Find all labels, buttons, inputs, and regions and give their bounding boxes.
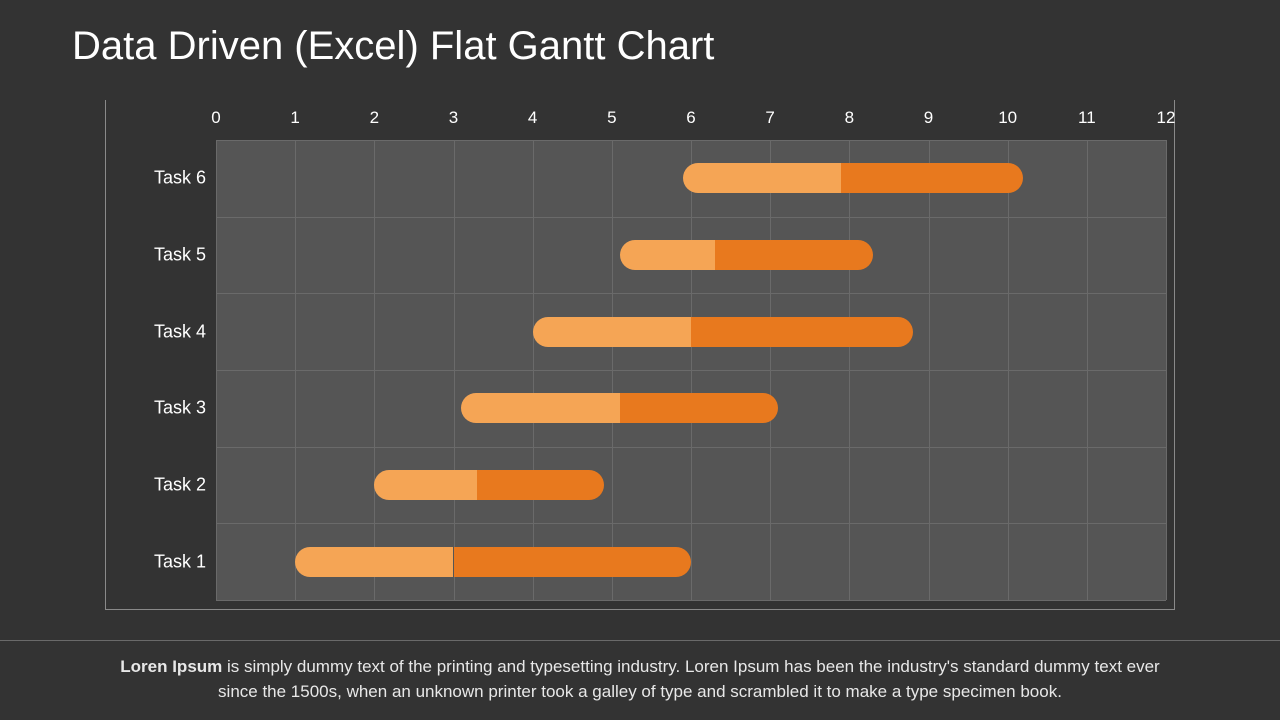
gridline-horizontal [216,140,1166,141]
x-tick-label: 0 [196,108,236,128]
slide-title: Data Driven (Excel) Flat Gantt Chart [72,24,714,69]
x-tick-label: 1 [275,108,315,128]
y-tick-label: Task 5 [106,245,206,266]
plot-area [216,140,1166,600]
x-tick-label: 11 [1067,108,1107,128]
gantt-row [216,317,1166,347]
bar-segment-2 [691,317,913,347]
footer-caption: Loren Ipsum is simply dummy text of the … [0,640,1280,720]
x-tick-label: 6 [671,108,711,128]
x-tick-label: 8 [829,108,869,128]
x-tick-label: 7 [750,108,790,128]
gridline-horizontal [216,217,1166,218]
bar-segment-1 [620,240,715,270]
bar-segment-1 [683,163,841,193]
x-tick-label: 3 [434,108,474,128]
gridline-horizontal [216,293,1166,294]
y-tick-label: Task 1 [106,551,206,572]
bar-segment-2 [715,240,873,270]
bar-segment-2 [454,547,692,577]
gridline-horizontal [216,370,1166,371]
gantt-chart: 0123456789101112 Task 6Task 5Task 4Task … [105,100,1175,610]
bar-segment-2 [477,470,604,500]
y-axis: Task 6 Task 5 Task 4 Task 3 Task 2 Task 1 [106,140,206,600]
gantt-row [216,547,1166,577]
bar-segment-1 [533,317,691,347]
bar-segment-2 [841,163,1023,193]
y-tick-label: Task 2 [106,475,206,496]
y-tick-label: Task 3 [106,398,206,419]
x-tick-label: 9 [909,108,949,128]
gridline-vertical [1166,140,1167,600]
gantt-row [216,163,1166,193]
footer-bold: Loren Ipsum [120,657,222,676]
x-tick-label: 4 [513,108,553,128]
gridline-horizontal [216,600,1166,601]
x-tick-label: 10 [988,108,1028,128]
y-tick-label: Task 6 [106,168,206,189]
gantt-row [216,240,1166,270]
slide: Data Driven (Excel) Flat Gantt Chart 012… [0,0,1280,720]
gridline-horizontal [216,447,1166,448]
gantt-row [216,470,1166,500]
x-tick-label: 5 [592,108,632,128]
x-tick-label: 12 [1146,108,1186,128]
bar-segment-2 [620,393,778,423]
bar-segment-1 [461,393,619,423]
x-axis: 0123456789101112 [216,100,1166,140]
footer-text: is simply dummy text of the printing and… [218,657,1160,701]
x-tick-label: 2 [354,108,394,128]
y-tick-label: Task 4 [106,321,206,342]
gantt-row [216,393,1166,423]
gridline-horizontal [216,523,1166,524]
bar-segment-1 [374,470,477,500]
bar-segment-1 [295,547,453,577]
